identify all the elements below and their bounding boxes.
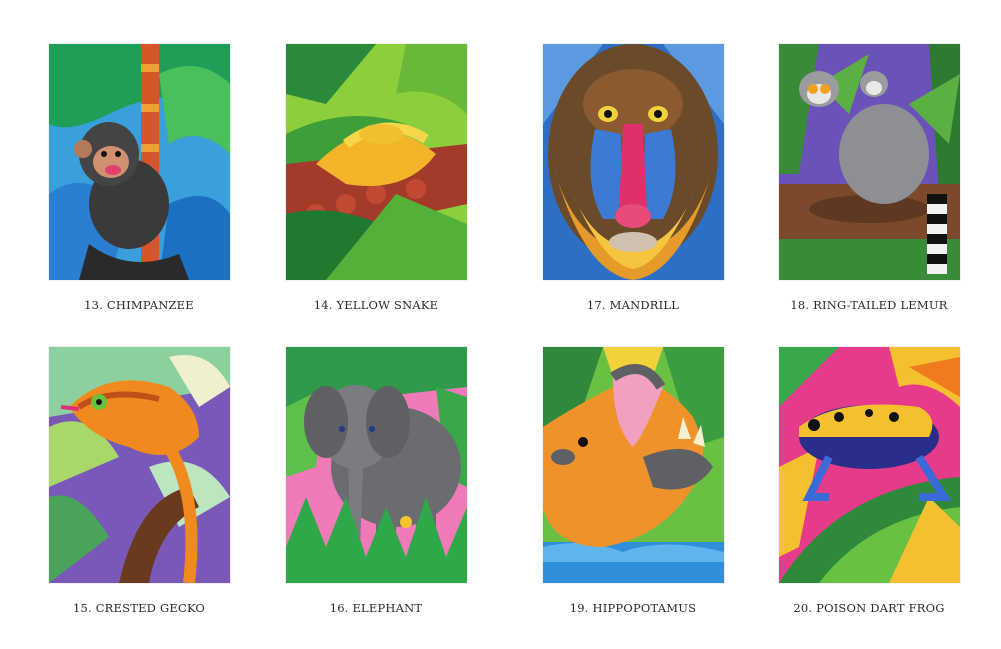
caption-yellow-snake: 14. YELLOW SNAKE (313, 298, 439, 312)
mandrill-illustration (543, 44, 724, 280)
artwork-yellow-snake (286, 44, 467, 280)
caption-mandrill: 17. MANDRILL (586, 298, 680, 312)
poison-dart-frog-illustration (779, 347, 960, 583)
caption-hippopotamus: 19. HIPPOPOTAMUS (569, 601, 697, 615)
artwork-hippopotamus (543, 347, 724, 583)
artwork-chimpanzee (49, 44, 230, 280)
yellow-snake-illustration (286, 44, 467, 280)
artwork-elephant (286, 347, 467, 583)
chimpanzee-illustration (49, 44, 230, 280)
caption-poison-dart-frog: 20. POISON DART FROG (793, 601, 945, 615)
caption-ring-tailed-lemur: 18. RING-TAILED LEMUR (790, 298, 948, 312)
artwork-mandrill (543, 44, 724, 280)
caption-elephant: 16. ELEPHANT (329, 601, 423, 615)
artwork-poison-dart-frog (779, 347, 960, 583)
ring-tailed-lemur-illustration (779, 44, 960, 280)
crested-gecko-illustration (49, 347, 230, 583)
caption-crested-gecko: 15. CRESTED GECKO (72, 601, 206, 615)
artwork-ring-tailed-lemur (779, 44, 960, 280)
elephant-illustration (286, 347, 467, 583)
artwork-crested-gecko (49, 347, 230, 583)
hippopotamus-illustration (543, 347, 724, 583)
caption-chimpanzee: 13. CHIMPANZEE (84, 298, 194, 312)
